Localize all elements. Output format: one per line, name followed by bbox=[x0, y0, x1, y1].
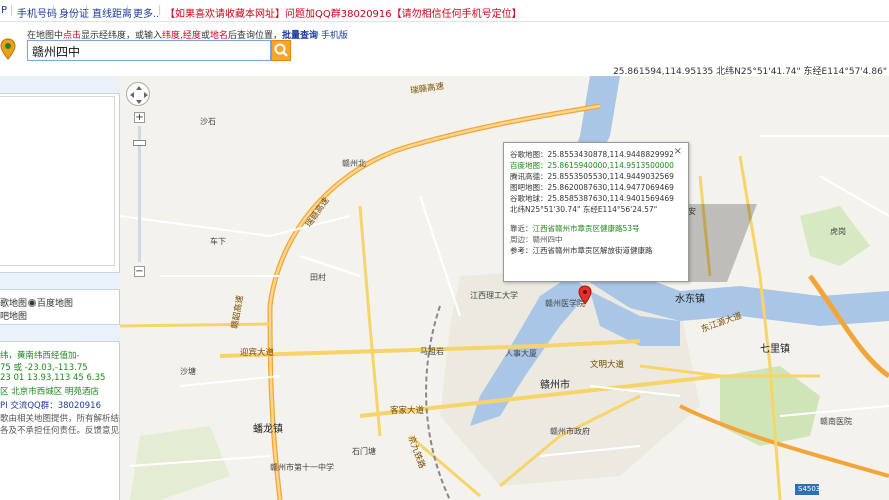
pan-control-icon[interactable] bbox=[126, 82, 150, 106]
zoom-in-button[interactable]: + bbox=[134, 112, 145, 123]
road-label: 迎宾大道 bbox=[240, 348, 275, 358]
baidu-map-coord: 百度地图：25.8615940000,114.9513500000 bbox=[510, 161, 674, 170]
place-label: 沙塘 bbox=[180, 367, 196, 376]
town-label: 水东镇 bbox=[675, 294, 705, 305]
zoom-out-button[interactable]: − bbox=[134, 266, 145, 277]
info-line: 区 北京市西城区 明苑酒店 bbox=[0, 387, 99, 397]
road-badge-label: S4503 bbox=[798, 485, 821, 493]
google-earth-coord: 谷歌地球：25.8585387630,114.9401569469 bbox=[510, 194, 674, 203]
google-map-coord: 谷歌地图：25.8553430878,114.9448829992 bbox=[510, 150, 674, 159]
map-pin-logo-icon bbox=[0, 38, 16, 60]
place-label: 石门塘 bbox=[352, 447, 376, 456]
popup-close-button[interactable]: × bbox=[674, 146, 682, 157]
place-label: 人事大厦 bbox=[505, 349, 537, 358]
search-icon bbox=[274, 43, 288, 57]
panel-header-bar bbox=[0, 76, 120, 94]
map-type-header-bar bbox=[0, 272, 120, 290]
feedback-line[interactable]: 各及不承担任何责任。反馈意见 bbox=[0, 424, 119, 436]
city-label: 赣州市 bbox=[540, 380, 570, 391]
map-type-selector: 歌地图 百度地图 bbox=[0, 299, 74, 309]
around-info: 周边：赣州四中 bbox=[510, 235, 563, 244]
place-label: 赣南医院 bbox=[820, 417, 852, 426]
place-label: 车下 bbox=[210, 237, 226, 246]
expressway bbox=[807, 274, 889, 379]
info-line: 歌由相关地图提供，所有解析结果 bbox=[0, 414, 128, 424]
town-label: 蟠龙镇 bbox=[253, 424, 283, 435]
mapbar-coord: 图吧地图：25.8620087630,114.9477069469 bbox=[510, 183, 674, 192]
place-label: 赣州医学院 bbox=[545, 299, 585, 308]
map-graphic bbox=[120, 76, 889, 500]
results-panel bbox=[0, 96, 115, 266]
place-label: 马祖岩 bbox=[420, 347, 444, 356]
place-label: 沙石 bbox=[200, 117, 216, 126]
left-side-panel: 歌地图 百度地图 吧地图 纬，黄南纬西经值加- 75 或 -23.03,-113.… bbox=[0, 76, 128, 500]
location-info-popup: × 谷歌地图：25.8553430878,114.9448829992 百度地图… bbox=[503, 142, 689, 282]
road-label: 文明大道 bbox=[590, 360, 625, 370]
info-line: 75 或 -23.03,-113.75 bbox=[0, 363, 88, 373]
info-line: PI 交流QQ群：38020916 bbox=[0, 401, 101, 411]
arterial-road bbox=[358, 205, 382, 437]
reference-address: 参考：江西省赣州市章贡区解放街道健康路 bbox=[510, 246, 653, 255]
place-label: 赣州市第十一中学 bbox=[270, 463, 334, 472]
radio-google-map[interactable] bbox=[28, 299, 37, 307]
map-type-selector-row2: 吧地图 bbox=[0, 312, 28, 322]
place-label: 赣州北 bbox=[342, 159, 366, 168]
place-label: 虎岗 bbox=[830, 227, 846, 236]
zoom-slider-track[interactable] bbox=[138, 126, 141, 262]
popup-shadow bbox=[687, 204, 757, 282]
map-canvas[interactable]: 瑞赣高速 瑞赣高速 赣韶高速 京九铁路 赣州北 水东镇 七里镇 赣州市 迎宾大道… bbox=[120, 76, 889, 500]
zoom-slider-thumb[interactable] bbox=[133, 140, 146, 146]
info-header-bar bbox=[0, 324, 120, 342]
nav-link-p[interactable]: P bbox=[1, 5, 7, 16]
place-label: 赣州市政府 bbox=[550, 427, 590, 436]
top-nav-bar: P | 手机号码 | 身份证 | 直线距离 | 更多.. | 【如果喜欢请收藏本… bbox=[0, 0, 889, 22]
tencent-gaode-coord: 腾讯高德：25.8553505530,114.9449032569 bbox=[510, 172, 674, 181]
arterial-road bbox=[120, 322, 271, 328]
place-search-input[interactable]: 赣州四中 bbox=[27, 40, 271, 61]
near-address: 靠近：江西省赣州市章贡区健康路53号 bbox=[510, 224, 640, 233]
nav-link-phone[interactable]: 手机号码 bbox=[17, 5, 57, 20]
nav-link-more[interactable]: 更多.. bbox=[133, 5, 159, 20]
info-line: 纬，黄南纬西经值加- bbox=[0, 351, 80, 361]
map-zoom-control: + − bbox=[126, 82, 152, 282]
town-label: 七里镇 bbox=[760, 344, 790, 355]
mobile-version-link[interactable]: 手机版 bbox=[321, 31, 348, 41]
ad-banner[interactable]: 【如果喜欢请收藏本网址】问题加QQ群38020916【请勿相信任何手机号定位】 bbox=[165, 5, 522, 20]
place-label: 江西理工大学 bbox=[470, 291, 518, 300]
dms-coord: 北纬N25°51'30.74" 东经E114°56'24.57" bbox=[510, 205, 658, 214]
search-button[interactable] bbox=[271, 40, 291, 61]
road-label: 客家大道 bbox=[390, 406, 425, 416]
place-label: 田村 bbox=[310, 273, 326, 282]
info-line: 23 01 13.93,113 45 6.35 bbox=[0, 373, 106, 383]
